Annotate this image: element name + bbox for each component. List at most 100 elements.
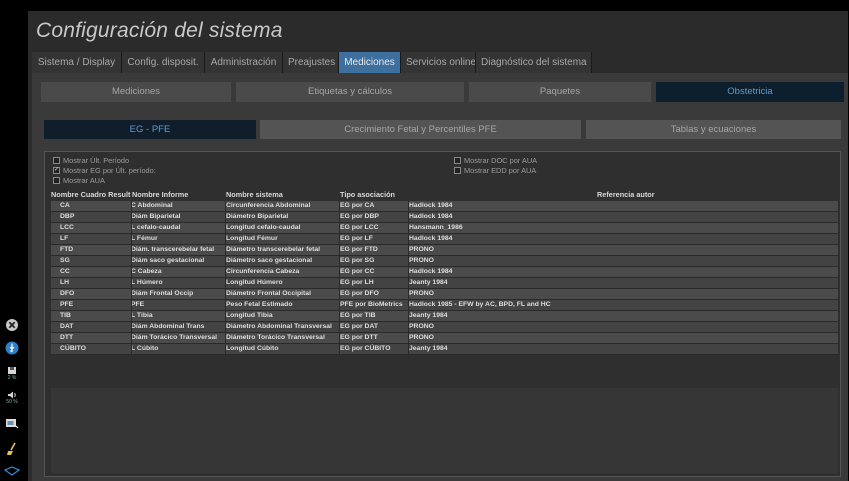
table-cell: Diámetro Frontal Occipital: [226, 290, 311, 297]
tab-crecimiento-fetal[interactable]: Crecimiento Fetal y Percentiles PFE: [260, 120, 581, 139]
table-row[interactable]: DTT Diám Torácico Transversal Diámetro Tor…: [51, 333, 838, 344]
table-cell: Jeanty 1984: [409, 312, 448, 319]
tab-sistema-display[interactable]: Sistema / Display: [32, 52, 122, 73]
table-cell: Peso Fetal Estimado: [226, 301, 293, 308]
column-divider: [339, 289, 340, 299]
column-divider: [225, 278, 226, 288]
option-label: Mostrar EG por Últ. período:: [63, 166, 156, 175]
table-row[interactable]: SG Diám saco gestacional Diámetro saco ges…: [51, 256, 838, 267]
option-mostrar-edd-aua[interactable]: Mostrar EDD por AUA: [454, 166, 536, 175]
table-cell: EG por LH: [340, 279, 374, 286]
subtab-obstetricia[interactable]: Obstetricia: [656, 82, 844, 102]
usb-icon[interactable]: [3, 341, 21, 355]
table-row[interactable]: LF L Fémur Longitud Fémur EG por LF Hadlock …: [51, 234, 838, 245]
table-cell: CA: [60, 202, 70, 209]
header-nombre-sistema[interactable]: Nombre sistema: [226, 190, 283, 199]
tab-config-disposit[interactable]: Config. disposit.: [122, 52, 205, 73]
header-nombre-cuadro[interactable]: Nombre Cuadro Result: [51, 190, 130, 199]
column-divider: [408, 289, 409, 299]
table-cell: EG por LF: [340, 235, 373, 242]
table-cell: Diámetro saco gestacional: [226, 257, 313, 264]
table-cell: Diámetro Torácico Transversal: [226, 334, 325, 341]
table-cell: Longitud Fémur: [226, 235, 278, 242]
checkbox-checked[interactable]: ✓: [53, 166, 60, 174]
column-divider: [225, 245, 226, 255]
tab-tablas-ecuaciones[interactable]: Tablas y ecuaciones: [586, 120, 841, 139]
column-divider: [225, 256, 226, 266]
speaker-icon[interactable]: 50 %: [3, 391, 21, 405]
table-cell: CC: [60, 268, 70, 275]
column-divider: [408, 234, 409, 244]
table-cell: EG por SG: [340, 257, 375, 264]
option-mostrar-aua[interactable]: Mostrar AUA: [53, 176, 105, 185]
screenshot-icon[interactable]: [3, 418, 21, 429]
column-divider: [408, 278, 409, 288]
column-divider: [225, 289, 226, 299]
column-divider: [131, 322, 132, 332]
table-row[interactable]: CÚBITO L Cúbito Longitud Cúbito EG por CÚBI…: [51, 344, 838, 355]
option-mostrar-ult-periodo[interactable]: Mostrar Últ. Período: [53, 156, 129, 165]
checkbox[interactable]: [454, 166, 461, 174]
table-cell: Longitud Tibia: [226, 312, 273, 319]
tab-preajustes[interactable]: Preajustes: [283, 52, 339, 73]
table-row[interactable]: CA C Abdominal Circunferencia Abdominal EG …: [51, 201, 838, 212]
table-row[interactable]: DAT Diám Abdominal Trans Diámetro Abdomina…: [51, 322, 838, 333]
table-cell: EG por LCC: [340, 224, 379, 231]
checkbox[interactable]: [454, 156, 461, 164]
table-cell: LH: [60, 279, 70, 286]
table-cell: SG: [60, 257, 70, 264]
system-sidebar: 2 % 50 %: [0, 0, 24, 481]
subtab-paquetes[interactable]: Paquetes: [469, 82, 651, 102]
checkbox[interactable]: [53, 156, 60, 164]
table-cell: Circunferencia Abdominal: [226, 202, 311, 209]
table-cell: L Cúbito: [131, 345, 159, 352]
table-cell: EG por CÚBITO: [340, 345, 391, 352]
column-divider: [339, 234, 340, 244]
tab-servicios-online[interactable]: Servicios online: [401, 52, 476, 73]
table-cell: Diám Biparietal: [131, 213, 181, 220]
table-cell: EG por CA: [340, 202, 375, 209]
table-cell: L Tibia: [131, 312, 153, 319]
close-circle-icon[interactable]: [3, 318, 21, 332]
table-cell: EG por TIB: [340, 312, 376, 319]
table-cell: Hadlock 1984: [409, 268, 453, 275]
table-cell: Diámetro Biparietal: [226, 213, 289, 220]
broom-icon[interactable]: [3, 442, 21, 456]
subtab-mediciones[interactable]: Mediciones: [41, 82, 231, 102]
column-divider: [339, 223, 340, 233]
header-referencia-autor[interactable]: Referencia autor: [597, 190, 655, 199]
table-cell: Jeanty 1984: [409, 279, 448, 286]
tab-diagnostico[interactable]: Diagnóstico del sistema: [476, 52, 592, 73]
table-row[interactable]: CC C Cabeza Circunferencia Cabeza EG por CC…: [51, 267, 838, 278]
header-nombre-informe[interactable]: Nombre Informe: [132, 190, 188, 199]
checkbox[interactable]: [53, 176, 60, 184]
column-divider: [225, 333, 226, 343]
column-divider: [131, 223, 132, 233]
option-mostrar-eg-ult-periodo[interactable]: ✓ Mostrar EG por Últ. período:: [53, 166, 156, 175]
main-tab-bar: Sistema / Display Config. disposit. Admi…: [32, 52, 592, 73]
volume-label: 50 %: [6, 399, 18, 405]
tab-eg-pfe[interactable]: EG - PFE: [44, 120, 256, 139]
table-row[interactable]: DBP Diám Biparietal Diámetro Biparietal EG …: [51, 212, 838, 223]
header-tipo-asociacion[interactable]: Tipo asociación: [340, 190, 395, 199]
column-divider: [408, 311, 409, 321]
column-divider: [131, 267, 132, 277]
column-divider: [408, 212, 409, 222]
table-row[interactable]: LCC L cefalo-caudal Longitud cefalo-caudal…: [51, 223, 838, 234]
option-mostrar-doc-aua[interactable]: Mostrar DOC por AUA: [454, 156, 537, 165]
table-cell: Longitud cefalo-caudal: [226, 224, 301, 231]
subtab-etiquetas-calculos[interactable]: Etiquetas y cálculos: [236, 82, 464, 102]
table-cell: EG por CC: [340, 268, 375, 275]
table-cell: L Húmero: [131, 279, 163, 286]
column-divider: [408, 245, 409, 255]
column-divider: [225, 201, 226, 211]
table-row[interactable]: LH L Húmero Longitud Húmero EG por LH Jeanty…: [51, 278, 838, 289]
tab-administracion[interactable]: Administración: [205, 52, 283, 73]
table-row[interactable]: FTD Diám. transcerebelar fetal Diámetro tr…: [51, 245, 838, 256]
table-cell: DBP: [60, 213, 75, 220]
table-row[interactable]: TIB L Tibia Longitud Tibia EG por TIB Jeanty…: [51, 311, 838, 322]
tab-mediciones[interactable]: Mediciones: [339, 52, 401, 73]
table-row[interactable]: DFO Diám Frontal Occip Diámetro Frontal Oc…: [51, 289, 838, 300]
table-row[interactable]: PFE PFE Peso Fetal Estimado PFE por BioMetr…: [51, 300, 838, 311]
table-cell: Longitud Cúbito: [226, 345, 279, 352]
